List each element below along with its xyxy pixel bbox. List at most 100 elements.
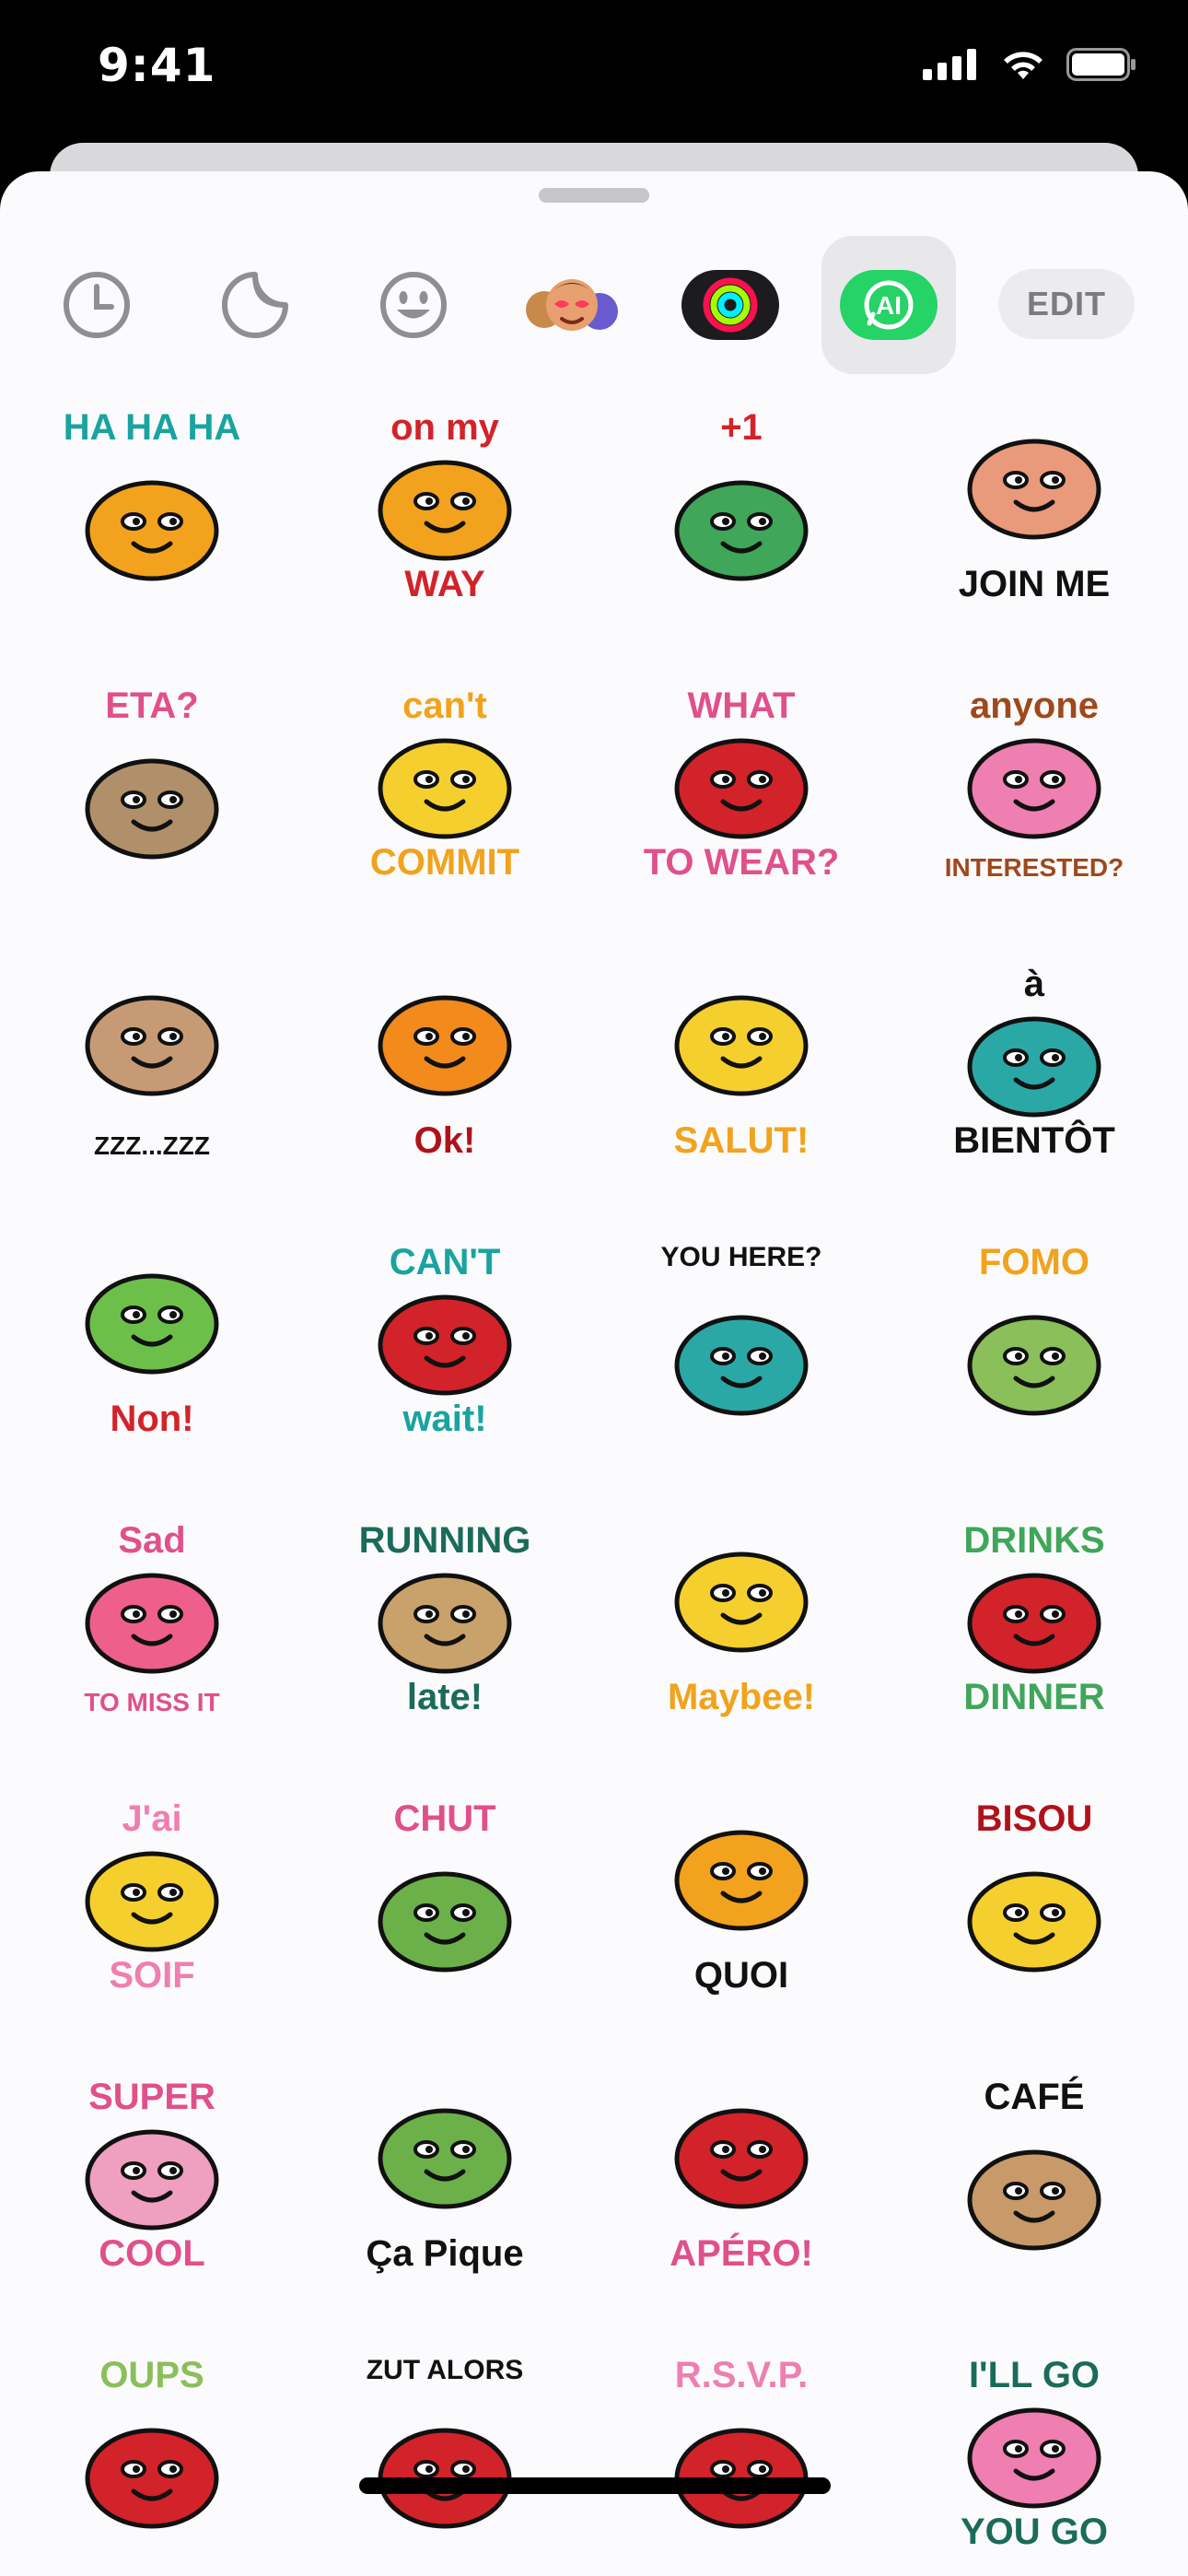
sticker-caption-bottom: TO WEAR? — [643, 842, 840, 883]
sticker-glass-noodles[interactable]: DRINKS DINNER — [928, 1515, 1140, 1727]
sticker-rose[interactable]: R.S.V.P. — [635, 2349, 847, 2561]
sticker-caption-top: WHAT — [687, 685, 796, 726]
sticker-caption-bottom: TO MISS IT — [84, 1688, 220, 1716]
sticker-caption-top: Sad — [118, 1520, 186, 1561]
battery-icon — [1066, 48, 1136, 81]
sticker-caption-top: R.S.V.P. — [674, 2355, 809, 2395]
sticker-caption-bottom: YOU GO — [960, 2512, 1109, 2552]
sticker-elephant[interactable]: ETA? — [46, 680, 258, 892]
sticker-cat-telescope[interactable]: anyone INTERESTED? — [928, 680, 1140, 892]
sticker-watering-can[interactable]: J'ai SOIF — [46, 1793, 258, 2005]
sticker-snail[interactable]: RUNNING late! — [339, 1515, 551, 1727]
sticker-flowers[interactable]: I'LL GO YOU GO — [928, 2349, 1140, 2561]
sticker-apple-arrow[interactable]: OUPS — [46, 2349, 258, 2561]
edit-button[interactable]: EDIT — [998, 269, 1135, 339]
sticker-caption-bottom: ZZZ...ZZZ — [94, 1131, 210, 1160]
sticker-dog-sleeping[interactable]: can't COMMIT — [339, 680, 551, 892]
status-icons — [923, 48, 1136, 81]
sticker-cat-ok[interactable]: Ok! — [339, 958, 551, 1170]
smiley-emoji-icon — [380, 272, 447, 338]
sticker-monkey-branch[interactable]: JOIN ME — [928, 402, 1140, 614]
sticker-caption-top: I'LL GO — [968, 2355, 1101, 2395]
svg-text:AI: AI — [876, 291, 902, 320]
whatsapp-ai-icon: AI — [840, 270, 938, 340]
sticker-caption-bottom: JOIN ME — [958, 564, 1111, 604]
sticker-caption-bottom: APÉRO! — [670, 2233, 813, 2274]
sticker-caption-bottom: wait! — [402, 1399, 487, 1439]
sticker-caption-top: FOMO — [979, 1242, 1089, 1282]
sticker-plane[interactable]: à BIENTÔT — [928, 958, 1140, 1170]
sticker-cheese[interactable]: BISOU — [928, 1793, 1140, 2005]
sticker-sun[interactable]: SALUT! — [635, 958, 847, 1170]
sticker-question[interactable]: QUOI — [635, 1793, 847, 2005]
sticker-ostrich[interactable]: FOMO — [928, 1236, 1140, 1448]
sticker-coffee-cup[interactable]: CAFÉ — [928, 2071, 1140, 2283]
sticker-parrot[interactable]: CHUT — [339, 1793, 551, 2005]
sticker-bear-sleeping[interactable]: ZZZ...ZZZ — [46, 958, 258, 1170]
sticker-caption-top: YOU HERE? — [660, 1242, 822, 1272]
sticker-caption-bottom: Maybee! — [667, 1677, 816, 1717]
sticker-caption-top: J'ai — [122, 1798, 182, 1839]
sticker-cats-duo[interactable]: +1 — [635, 402, 847, 614]
cellular-signal-icon — [923, 49, 976, 80]
sticker-bird-dancing[interactable]: WHAT TO WEAR? — [635, 680, 847, 892]
sticker-cactus[interactable]: Ça Pique — [339, 2071, 551, 2283]
sticker-caption-top: CAN'T — [389, 1242, 501, 1282]
status-bar: 9:41 — [0, 0, 1188, 147]
sticker-tabbar: AI EDIT — [0, 236, 1188, 374]
sticker-caption-bottom: COMMIT — [369, 842, 520, 883]
sticker-caption-bottom: Non! — [110, 1399, 194, 1439]
sticker-caption-top: ZUT ALORS — [366, 2355, 524, 2385]
sticker-caption-top: +1 — [720, 407, 763, 448]
sticker-caption-top: anyone — [969, 685, 1100, 726]
sticker-caption-top: BISOU — [975, 1798, 1093, 1839]
home-indicator[interactable] — [359, 2477, 831, 2494]
sticker-star[interactable]: Non! — [46, 1236, 258, 1448]
sticker-caption-top: SUPER — [88, 2077, 215, 2117]
activity-rings-icon — [681, 270, 779, 340]
status-time: 9:41 — [98, 39, 216, 92]
sticker-peace-hand[interactable]: SUPER COOL — [46, 2071, 258, 2283]
sticker-dog-swinging[interactable]: on my WAY — [339, 402, 551, 614]
wifi-icon — [1004, 52, 1042, 79]
sticker-caption-bottom: WAY — [404, 564, 485, 604]
sticker-wine-glass[interactable]: APÉRO! — [635, 2071, 847, 2283]
sticker-caption-bottom: SOIF — [109, 1955, 195, 1996]
sticker-cherries[interactable]: ZUT ALORS — [339, 2349, 551, 2561]
sticker-caption-bottom: late! — [406, 1677, 483, 1717]
sticker-dog-laughing[interactable]: HA HA HA — [46, 402, 258, 614]
sticker-bubble[interactable]: YOU HERE? — [635, 1236, 847, 1448]
tab-whatsapp[interactable]: AI — [821, 236, 956, 374]
sticker-caption-bottom: Ok! — [413, 1120, 476, 1161]
sticker-sheet: AI EDIT HA HA HA on my WAY +1 JOIN ME ETA? can… — [0, 171, 1188, 2576]
sticker-caption-top: CHUT — [393, 1798, 496, 1839]
sticker-caption-bottom: DINNER — [963, 1677, 1105, 1717]
sticker-peel-icon — [222, 272, 288, 338]
tab-stickers[interactable] — [188, 236, 322, 374]
sticker-bee[interactable]: Maybee! — [635, 1515, 847, 1727]
sticker-caption-top: ETA? — [105, 685, 199, 726]
sticker-caption-bottom: COOL — [99, 2233, 205, 2274]
recents-clock-icon — [64, 272, 130, 338]
tab-activity[interactable] — [663, 236, 798, 374]
sticker-caption-top: OUPS — [99, 2355, 204, 2395]
sticker-caption-bottom: BIENTÔT — [953, 1120, 1115, 1161]
sticker-caption-bottom: Ça Pique — [366, 2233, 524, 2274]
tab-emoji[interactable] — [346, 236, 481, 374]
sticker-caption-bottom: QUOI — [693, 1955, 789, 1996]
sticker-caption-bottom: INTERESTED? — [944, 853, 1124, 882]
sticker-bunny-knot[interactable]: Sad TO MISS IT — [46, 1515, 258, 1727]
sticker-caption-top: CAFÉ — [984, 2077, 1085, 2117]
sticker-caption-top: DRINKS — [963, 1520, 1105, 1561]
sticker-caption-top: à — [1023, 964, 1045, 1004]
tab-memoji[interactable] — [505, 236, 639, 374]
sticker-caption-top: HA HA HA — [63, 407, 241, 448]
sticker-caption-top: can't — [402, 685, 487, 726]
sticker-caption-top: RUNNING — [358, 1520, 531, 1561]
sticker-caption-bottom: SALUT! — [673, 1120, 809, 1161]
sticker-lips[interactable]: CAN'T wait! — [339, 1236, 551, 1448]
memoji-icon — [526, 279, 618, 331]
sheet-grabber[interactable] — [539, 188, 649, 203]
sticker-caption-top: on my — [390, 407, 499, 448]
tab-recents[interactable] — [29, 236, 164, 374]
